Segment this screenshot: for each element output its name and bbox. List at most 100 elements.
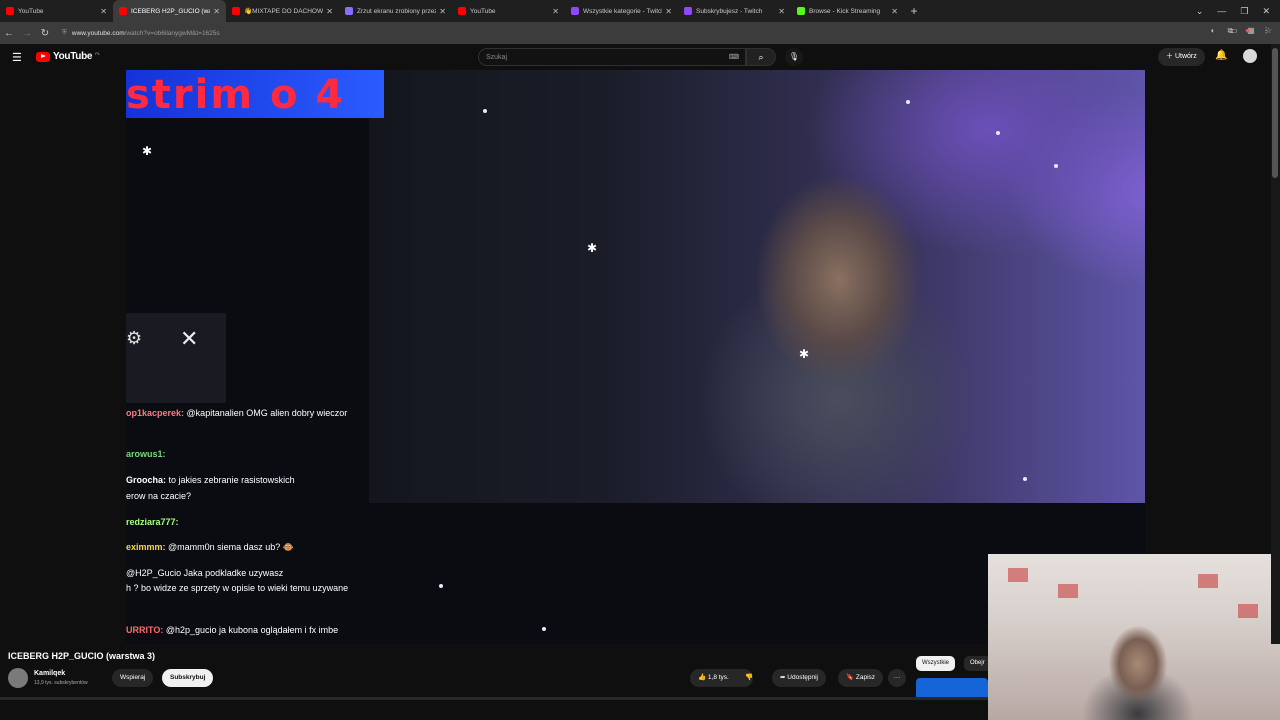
youtube-logo[interactable]: YouTube PL	[36, 51, 100, 62]
tab-title: Zrzut ekranu zrobiony przez Lig	[357, 7, 437, 15]
dislike-button[interactable]: 👎	[741, 669, 757, 687]
like-count: 1,8 tys.	[707, 674, 729, 681]
stream-overlay-banner: strim o 4	[126, 70, 384, 118]
chat-text: @kapitanalien OMG alien dobry wieczor	[186, 408, 348, 418]
back-icon[interactable]: ←	[0, 28, 18, 39]
chat-username: eximmm:	[126, 542, 166, 552]
facecam-overlay	[988, 554, 1280, 720]
more-actions-button[interactable]: ···	[888, 669, 906, 687]
tab-close-icon[interactable]: ✕	[326, 7, 333, 16]
chat-message: h ? bo widze ze sprzety w opisie to wiek…	[126, 583, 348, 594]
browser-tab[interactable]: Browse - Kick Streaming ✕	[791, 0, 904, 22]
tab-close-icon[interactable]: ✕	[213, 7, 220, 16]
wall-poster	[1198, 574, 1218, 588]
chat-text: erow na czacie?	[126, 491, 192, 501]
minimize-button[interactable]: —	[1217, 6, 1226, 16]
keyboard-icon[interactable]: ⌨	[729, 53, 739, 61]
channel-name[interactable]: Kamilqek	[34, 670, 65, 677]
chat-message: arowus1:	[126, 449, 166, 460]
chat-username: arowus1:	[126, 449, 166, 459]
tab-favicon-icon	[232, 7, 240, 15]
tab-favicon-icon	[119, 7, 127, 15]
browser-tab[interactable]: 👋MIXTAPE DO DACHOWAN ✕	[226, 0, 339, 22]
chat-message: op1kacperek: @kapitanalien OMG alien dob…	[126, 408, 347, 419]
browser-tab[interactable]: Zrzut ekranu zrobiony przez Lig✕	[339, 0, 452, 22]
account-avatar[interactable]	[1243, 49, 1257, 63]
chat-message: URRITO: @h2p_gucio ja kubona oglądałem i…	[126, 625, 338, 636]
tab-title: Browse - Kick Streaming	[809, 7, 881, 15]
url-field[interactable]: ⛨ www.youtube.com/watch?v=ob6ilanygwM&t=…	[62, 29, 220, 37]
stream-camera-feed	[369, 70, 1145, 503]
chat-close-icon: ✕	[180, 326, 199, 351]
tab-title: Subskrybujesz - Twitch	[696, 7, 763, 15]
tab-search-icon[interactable]: ⌄	[1196, 6, 1204, 17]
extensions-puzzle-icon[interactable]: ⧉	[1227, 26, 1233, 36]
tab-favicon-icon	[458, 7, 466, 15]
window-controls: ⌄ — ❐ ✕	[1196, 0, 1280, 22]
tab-close-icon[interactable]: ✕	[552, 7, 559, 16]
profile-icon[interactable]: ●	[1245, 26, 1250, 36]
snowflake-icon: ✱	[142, 144, 153, 158]
site-info-icon[interactable]: ⛨	[62, 29, 67, 37]
chat-message: redziara777:	[126, 517, 179, 528]
address-bar: ← → ↻ ⛨ www.youtube.com/watch?v=ob6ilany…	[0, 22, 1280, 44]
browser-tab[interactable]: YouTube ✕	[0, 0, 113, 22]
url-host: www.youtube.com	[71, 29, 125, 37]
snow-dot	[483, 109, 487, 113]
browser-tab[interactable]: ICEBERG H2P_GUCIO (wars ✕	[113, 0, 226, 22]
channel-avatar[interactable]	[8, 668, 28, 688]
tab-title: YouTube	[470, 7, 496, 15]
tab-title: ICEBERG H2P_GUCIO (wars	[131, 7, 211, 15]
new-tab-button[interactable]: +	[904, 0, 924, 22]
browser-tab[interactable]: Wszystkie kategorie - Twitch ✕	[565, 0, 678, 22]
close-window-button[interactable]: ✕	[1262, 6, 1270, 17]
chip-watched[interactable]: Obejr	[964, 656, 991, 671]
notifications-bell-icon[interactable]: 🔔	[1215, 50, 1227, 61]
tab-close-icon[interactable]: ✕	[778, 7, 785, 16]
create-button[interactable]: ＋ Utwórz	[1158, 48, 1205, 66]
tab-close-icon[interactable]: ✕	[100, 7, 107, 16]
chat-text: h ? bo widze ze sprzety w opisie to wiek…	[126, 583, 349, 593]
subscribe-button[interactable]: Subskrybuj	[162, 669, 214, 687]
forward-icon[interactable]: →	[18, 28, 36, 39]
menu-icon[interactable]: ☰	[12, 51, 22, 64]
maximize-button[interactable]: ❐	[1240, 6, 1248, 17]
chat-message: erow na czacie?	[126, 491, 191, 502]
page-scrollbar-thumb[interactable]	[1272, 48, 1278, 178]
tab-close-icon[interactable]: ✕	[891, 7, 898, 16]
reload-icon[interactable]: ↻	[36, 28, 54, 39]
chat-message: Groocha: to jakies zebranie rasistowskic…	[126, 475, 295, 486]
browser-tab[interactable]: YouTube ✕	[452, 0, 565, 22]
snow-dot	[996, 131, 1000, 135]
chat-text: @h2p_gucio ja kubona oglądałem i fx imbe	[165, 625, 339, 635]
chat-text: @mamm0n siema dasz ub? 🐵	[168, 542, 294, 552]
tab-favicon-icon	[684, 7, 692, 15]
wall-poster	[1238, 604, 1258, 618]
tab-favicon-icon	[345, 7, 353, 15]
chat-settings-gear-icon: ⚙	[126, 328, 143, 348]
chat-panel-bg	[126, 313, 226, 403]
video-title: ICEBERG H2P_GUCIO (warstwa 3)	[8, 651, 156, 661]
tab-title: 👋MIXTAPE DO DACHOWAN	[244, 8, 324, 15]
snow-dot	[1054, 164, 1058, 168]
chip-all[interactable]: Wszystkie	[916, 656, 955, 671]
save-button[interactable]: 🔖 Zapisz	[838, 669, 884, 687]
voice-search-button[interactable]: 🎙	[785, 48, 803, 66]
extension-icon[interactable]: ◐	[1211, 26, 1216, 36]
search-button[interactable]: ⌕	[746, 48, 776, 66]
chat-username: redziara777:	[126, 517, 179, 527]
browser-menu-icon[interactable]: ⋮	[1262, 26, 1270, 36]
snowflake-icon: ✱	[799, 347, 810, 361]
youtube-play-icon	[36, 51, 50, 62]
share-arrow-icon: ➦	[780, 674, 786, 681]
chat-message: @H2P_Gucio Jaka podkladke uzywasz	[126, 568, 283, 579]
tab-close-icon[interactable]: ✕	[665, 7, 672, 16]
search-input[interactable]: Szukaj ⌨	[478, 48, 746, 66]
wall-poster	[1058, 584, 1078, 598]
chat-text: @H2P_Gucio Jaka podkladke uzywasz	[126, 568, 284, 578]
tab-close-icon[interactable]: ✕	[439, 7, 446, 16]
snow-dot	[1023, 477, 1027, 481]
share-button[interactable]: ➦ Udostępnij	[772, 669, 826, 687]
browser-tab[interactable]: Subskrybujesz - Twitch ✕	[678, 0, 791, 22]
support-button[interactable]: Wspieraj	[112, 669, 154, 687]
